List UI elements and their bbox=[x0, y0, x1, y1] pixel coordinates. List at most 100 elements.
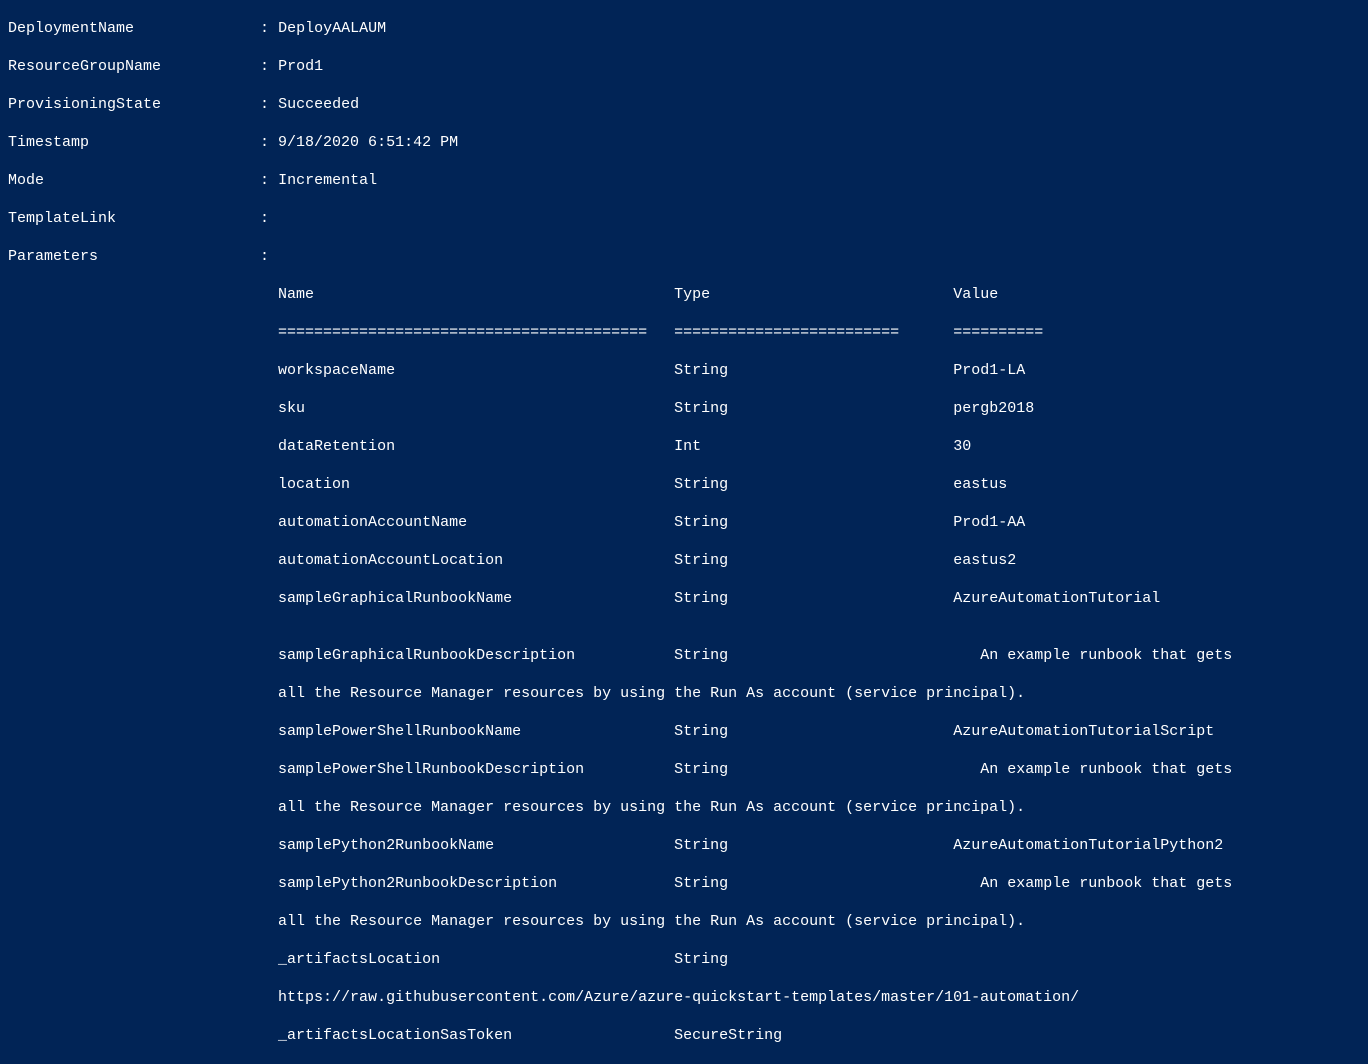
params-col-pad bbox=[728, 362, 953, 379]
params-col-pad bbox=[728, 951, 953, 968]
params-col-name: samplePowerShellRunbookName bbox=[278, 723, 521, 740]
params-col-pad bbox=[647, 324, 674, 341]
params-col-pad bbox=[575, 647, 674, 664]
params-col-pad bbox=[395, 362, 674, 379]
kv-label: ProvisioningState bbox=[8, 96, 161, 113]
params-col-type: SecureString bbox=[674, 1027, 782, 1044]
kv-value: Prod1 bbox=[278, 58, 323, 75]
params-indent bbox=[8, 761, 278, 778]
params-col-name: dataRetention bbox=[278, 438, 395, 455]
param-row: dataRetention Int 30 bbox=[8, 437, 1360, 456]
params-col-pad bbox=[710, 286, 953, 303]
param-row: sampleGraphicalRunbookName String AzureA… bbox=[8, 589, 1360, 608]
kv-sep: : bbox=[161, 58, 278, 75]
params-col-pad bbox=[728, 590, 953, 607]
param-row-powershell-desc: samplePowerShellRunbookDescription Strin… bbox=[8, 760, 1360, 779]
kv-row-provisioningstate: ProvisioningState : Succeeded bbox=[8, 95, 1360, 114]
kv-label: Timestamp bbox=[8, 134, 89, 151]
params-col-type: String bbox=[674, 552, 728, 569]
params-col-value: Prod1-LA bbox=[953, 362, 1025, 379]
kv-row-parameters: Parameters : bbox=[8, 247, 1360, 266]
params-indent bbox=[8, 913, 278, 930]
kv-value: Incremental bbox=[278, 172, 377, 189]
params-col-pad bbox=[395, 438, 674, 455]
params-continuation: all the Resource Manager resources by us… bbox=[278, 913, 1025, 930]
params-col-value: pergb2018 bbox=[953, 400, 1034, 417]
params-col-name: Name bbox=[278, 286, 314, 303]
params-col-type: Type bbox=[674, 286, 710, 303]
params-indent bbox=[8, 685, 278, 702]
params-indent bbox=[8, 552, 278, 569]
kv-row-timestamp: Timestamp : 9/18/2020 6:51:42 PM bbox=[8, 133, 1360, 152]
params-indent bbox=[8, 590, 278, 607]
params-col-pad bbox=[899, 324, 953, 341]
params-col-type: Int bbox=[674, 438, 701, 455]
params-col-pad bbox=[701, 438, 953, 455]
params-col-value: Prod1-AA bbox=[953, 514, 1025, 531]
param-row-artifacts-location: _artifactsLocation String bbox=[8, 950, 1360, 969]
params-col-type: String bbox=[674, 590, 728, 607]
params-col-type: String bbox=[674, 951, 728, 968]
param-row-powershell-name: samplePowerShellRunbookName String Azure… bbox=[8, 722, 1360, 741]
params-sep-row: ========================================… bbox=[8, 323, 1360, 342]
params-col-type: String bbox=[674, 647, 728, 664]
params-col-pad bbox=[728, 476, 953, 493]
param-row: automationAccountLocation String eastus2 bbox=[8, 551, 1360, 570]
params-indent bbox=[8, 362, 278, 379]
params-col-type: String bbox=[674, 514, 728, 531]
params-col-pad bbox=[728, 723, 953, 740]
kv-value: DeployAALAUM bbox=[278, 20, 386, 37]
params-col-value: 30 bbox=[953, 438, 971, 455]
kv-sep: : bbox=[134, 20, 278, 37]
kv-sep: : bbox=[161, 96, 278, 113]
param-row-artifacts-sas: _artifactsLocationSasToken SecureString bbox=[8, 1026, 1360, 1045]
params-col-name: automationAccountLocation bbox=[278, 552, 503, 569]
params-indent bbox=[8, 514, 278, 531]
params-col-name: samplePowerShellRunbookDescription bbox=[278, 761, 584, 778]
params-col-name: sampleGraphicalRunbookDescription bbox=[278, 647, 575, 664]
params-indent bbox=[8, 324, 278, 341]
powershell-output: DeploymentName : DeployAALAUM ResourceGr… bbox=[0, 0, 1368, 1064]
params-header-row: Name Type Value bbox=[8, 285, 1360, 304]
params-col-pad bbox=[728, 552, 953, 569]
params-col-pad bbox=[728, 875, 953, 892]
params-col-pad bbox=[512, 1027, 674, 1044]
params-col-name: samplePython2RunbookName bbox=[278, 837, 494, 854]
params-col-type: String bbox=[674, 400, 728, 417]
params-indent bbox=[8, 647, 278, 664]
params-col-name: _artifactsLocationSasToken bbox=[278, 1027, 512, 1044]
params-col-pad bbox=[728, 514, 953, 531]
kv-label: DeploymentName bbox=[8, 20, 134, 37]
params-col-pad bbox=[467, 514, 674, 531]
params-col-pad bbox=[728, 400, 953, 417]
params-col-value: AzureAutomationTutorialScript bbox=[953, 723, 1214, 740]
params-col-type: String bbox=[674, 837, 728, 854]
params-indent bbox=[8, 1027, 278, 1044]
params-col-type: String bbox=[674, 362, 728, 379]
params-col-pad bbox=[494, 837, 674, 854]
params-col-pad bbox=[503, 552, 674, 569]
param-row: sku String pergb2018 bbox=[8, 399, 1360, 418]
param-row-graphical-desc: sampleGraphicalRunbookDescription String… bbox=[8, 646, 1360, 665]
params-col-pad bbox=[440, 951, 674, 968]
param-row-continuation: all the Resource Manager resources by us… bbox=[8, 912, 1360, 931]
kv-sep: : bbox=[44, 172, 278, 189]
kv-row-templatelink: TemplateLink : bbox=[8, 209, 1360, 228]
params-indent bbox=[8, 837, 278, 854]
params-continuation: all the Resource Manager resources by us… bbox=[278, 799, 1025, 816]
kv-row-deploymentname: DeploymentName : DeployAALAUM bbox=[8, 19, 1360, 38]
params-continuation: https://raw.githubusercontent.com/Azure/… bbox=[278, 989, 1079, 1006]
kv-row-mode: Mode : Incremental bbox=[8, 171, 1360, 190]
params-col-value: AzureAutomationTutorial bbox=[953, 590, 1160, 607]
params-col-value: eastus2 bbox=[953, 552, 1016, 569]
param-row-continuation: all the Resource Manager resources by us… bbox=[8, 684, 1360, 703]
param-row-python2-name: samplePython2RunbookName String AzureAut… bbox=[8, 836, 1360, 855]
params-col-name: workspaceName bbox=[278, 362, 395, 379]
params-indent bbox=[8, 476, 278, 493]
params-indent bbox=[8, 286, 278, 303]
kv-value: Succeeded bbox=[278, 96, 359, 113]
params-col-type: ========================= bbox=[674, 324, 899, 341]
params-indent bbox=[8, 400, 278, 417]
params-col-name: location bbox=[278, 476, 350, 493]
params-col-value: AzureAutomationTutorialPython2 bbox=[953, 837, 1223, 854]
